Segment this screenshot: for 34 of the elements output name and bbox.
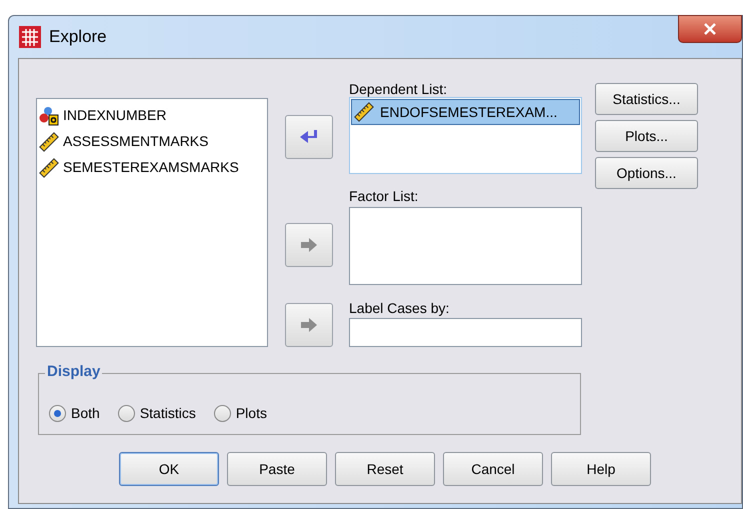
- dialog-button[interactable]: Help: [551, 452, 651, 486]
- dialog-button[interactable]: Statistics...: [595, 83, 698, 115]
- dialog-button[interactable]: Paste: [227, 452, 327, 486]
- radio-label: Plots: [236, 404, 267, 423]
- dialog-button[interactable]: OK: [119, 452, 219, 486]
- dependent-item[interactable]: ENDOFSEMESTEREXAM...: [351, 99, 580, 125]
- variable-item[interactable]: INDEXNUMBER: [63, 105, 166, 126]
- radio-button[interactable]: [49, 405, 66, 422]
- radio-button[interactable]: [214, 405, 231, 422]
- nominal-variable-icon: [39, 106, 59, 126]
- dialog-button[interactable]: Options...: [595, 157, 698, 189]
- left-arrow-icon: [299, 128, 319, 146]
- label-cases-label: Label Cases by:: [349, 300, 450, 317]
- table-icon: [19, 26, 41, 48]
- variable-item[interactable]: SEMESTEREXAMSMARKS: [63, 157, 239, 178]
- radio-label: Both: [71, 404, 100, 423]
- dialog-button[interactable]: Plots...: [595, 120, 698, 152]
- right-arrow-icon: [299, 316, 319, 334]
- group-title: Display: [45, 363, 102, 381]
- dependent-list-label: Dependent List:: [349, 81, 448, 98]
- radio-label: Statistics: [140, 404, 196, 423]
- factor-list-label: Factor List:: [349, 188, 420, 205]
- move-button[interactable]: [285, 115, 333, 159]
- dialog-button[interactable]: Reset: [335, 452, 435, 486]
- variable-name: ENDOFSEMESTEREXAM...: [380, 102, 558, 122]
- radio-button[interactable]: [118, 405, 135, 422]
- close-button[interactable]: [678, 15, 742, 43]
- window-title: Explore: [49, 26, 107, 48]
- label-cases-field[interactable]: [349, 318, 582, 347]
- close-icon: [703, 23, 717, 35]
- dialog-button[interactable]: Cancel: [443, 452, 543, 486]
- variable-item[interactable]: ASSESSMENTMARKS: [63, 131, 208, 152]
- ruler-icon: [354, 102, 374, 122]
- right-arrow-icon: [299, 236, 319, 254]
